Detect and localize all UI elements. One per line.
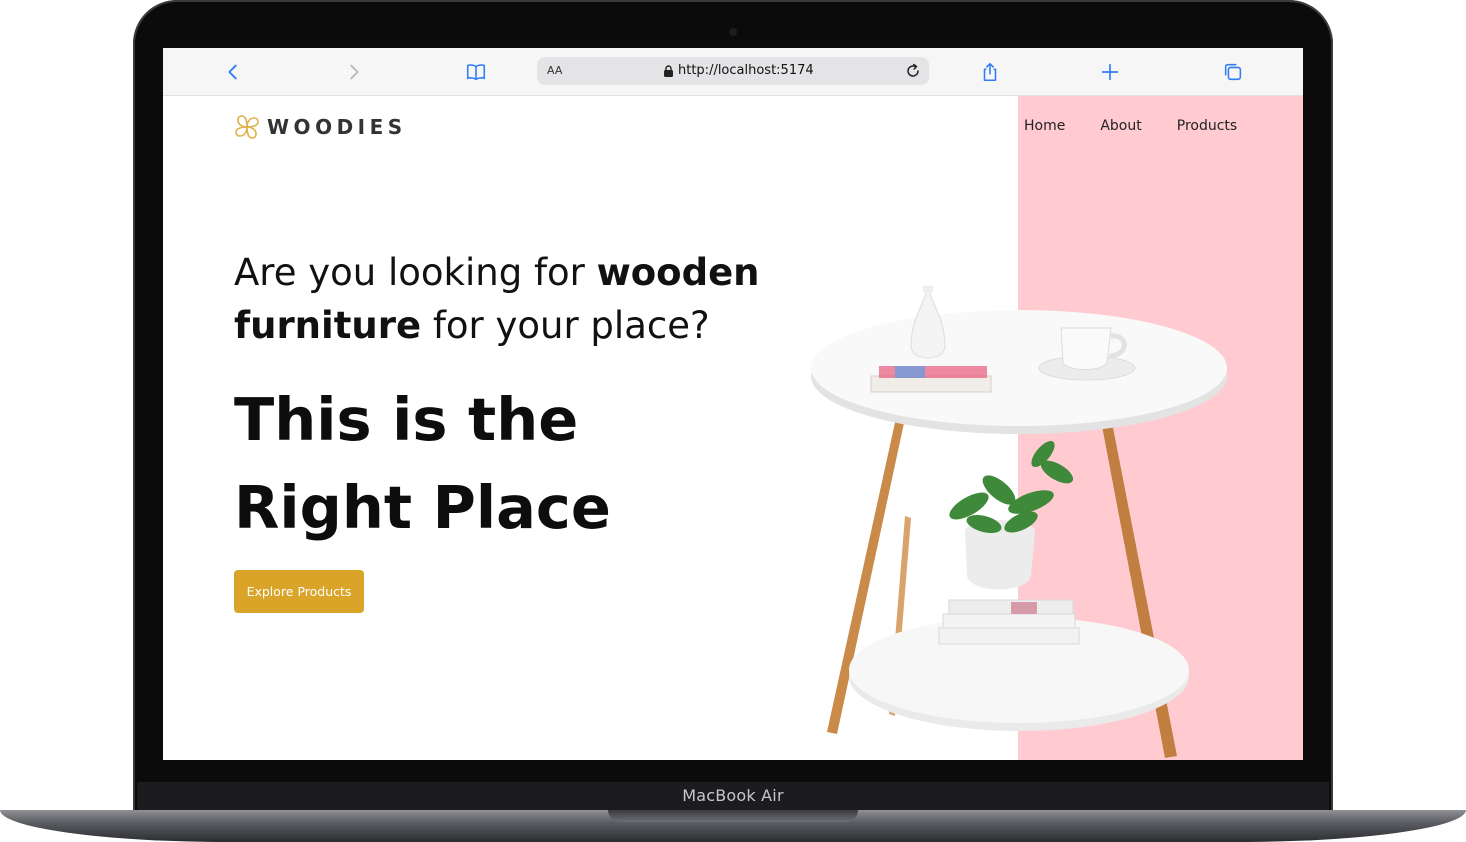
address-bar[interactable]: AA http://localhost:5174	[537, 57, 929, 85]
hero-lead: Are you looking for wooden furniture for…	[234, 246, 834, 352]
laptop-notch	[608, 810, 858, 822]
browser-toolbar: AA http://localhost:5174	[163, 48, 1303, 96]
nav-home[interactable]: Home	[1024, 118, 1065, 134]
back-icon[interactable]	[220, 59, 246, 85]
reload-icon[interactable]	[903, 61, 923, 81]
bookmarks-icon[interactable]	[463, 59, 489, 85]
new-tab-icon[interactable]	[1097, 59, 1123, 85]
share-icon[interactable]	[977, 59, 1003, 85]
lead-text-1: Are you looking for	[234, 251, 597, 294]
hero-headline: This is the Right Place	[234, 376, 611, 552]
headline-line-1: This is the	[234, 385, 579, 454]
brand-name: WOODIES	[267, 115, 407, 139]
main-nav: Home About Products	[1024, 118, 1237, 134]
lock-icon	[664, 64, 673, 77]
brand-logo[interactable]: WOODIES	[233, 113, 407, 141]
tabs-icon[interactable]	[1220, 59, 1246, 85]
device-label: MacBook Air	[682, 786, 784, 805]
text-size-button[interactable]: AA	[547, 64, 562, 77]
url-text: http://localhost:5174	[678, 63, 814, 78]
side-table-image	[811, 286, 1227, 758]
logo-icon	[235, 115, 259, 139]
explore-products-button[interactable]: Explore Products	[234, 570, 364, 613]
web-page: WOODIES Home About Products Are you look…	[163, 96, 1303, 760]
forward-icon[interactable]	[341, 59, 367, 85]
nav-about[interactable]: About	[1100, 118, 1141, 134]
screen: AA http://localhost:5174 WOODIES Home Ab…	[163, 48, 1303, 760]
headline-line-2: Right Place	[234, 473, 611, 542]
lead-text-2: for your place?	[421, 304, 710, 347]
camera	[729, 28, 737, 36]
nav-products[interactable]: Products	[1177, 118, 1237, 134]
